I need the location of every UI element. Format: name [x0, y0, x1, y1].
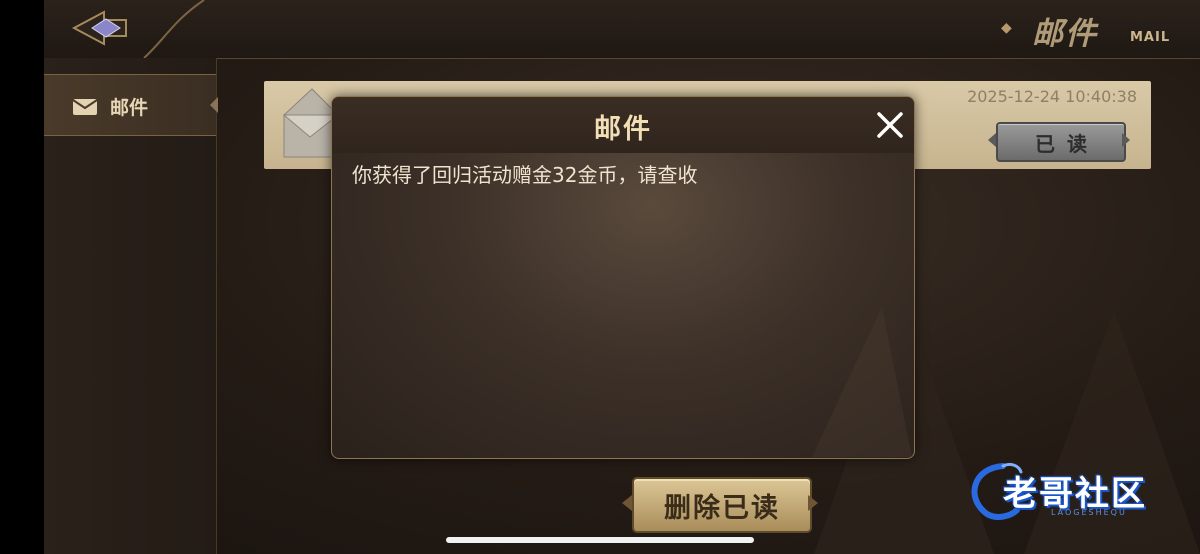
- close-button[interactable]: [872, 107, 908, 143]
- selected-indicator-icon: [210, 97, 218, 113]
- watermark-logo: 老哥社区 LAOGESHEQU: [963, 458, 1187, 522]
- home-indicator[interactable]: [446, 537, 754, 543]
- button-right-tip: [1122, 133, 1130, 147]
- top-bar: ◆ 邮件 MAIL: [44, 0, 1200, 59]
- button-left-tip: [622, 495, 632, 511]
- screen: ◆ 邮件 MAIL 邮件 2025-12-24 10:40:38 已读 邮件 你…: [0, 0, 1200, 554]
- sidebar-item-label: 邮件: [110, 97, 149, 119]
- watermark-subtext: LAOGESHEQU: [1051, 508, 1127, 517]
- delete-read-label: 删除已读: [632, 477, 812, 533]
- read-status-label: 已读: [996, 122, 1126, 162]
- back-button[interactable]: [70, 8, 130, 48]
- sidebar-item-mail[interactable]: 邮件: [44, 74, 218, 136]
- back-arrow-icon: [71, 10, 127, 46]
- delete-read-button[interactable]: 删除已读: [622, 474, 818, 533]
- sidebar: 邮件: [44, 58, 218, 554]
- page-subtitle: MAIL: [1130, 30, 1171, 45]
- mail-dialog: 邮件 你获得了回归活动赠金32金币，请查收: [331, 96, 915, 459]
- dialog-decoration: [812, 307, 912, 457]
- dialog-message: 你获得了回归活动赠金32金币，请查收: [352, 163, 698, 187]
- button-right-tip: [808, 495, 818, 511]
- title-diamond-icon: ◆: [1001, 20, 1012, 36]
- read-status-button[interactable]: 已读: [988, 120, 1130, 162]
- page-title: 邮件: [1032, 16, 1098, 52]
- dialog-header: 邮件: [332, 97, 914, 153]
- mail-timestamp: 2025-12-24 10:40:38: [967, 87, 1137, 106]
- envelope-icon: [73, 99, 97, 115]
- envelope-open-icon: [282, 88, 338, 158]
- game-view: ◆ 邮件 MAIL 邮件 2025-12-24 10:40:38 已读 邮件 你…: [44, 0, 1200, 554]
- dialog-title: 邮件: [594, 114, 652, 145]
- button-left-tip: [988, 133, 996, 147]
- close-icon: [877, 112, 903, 138]
